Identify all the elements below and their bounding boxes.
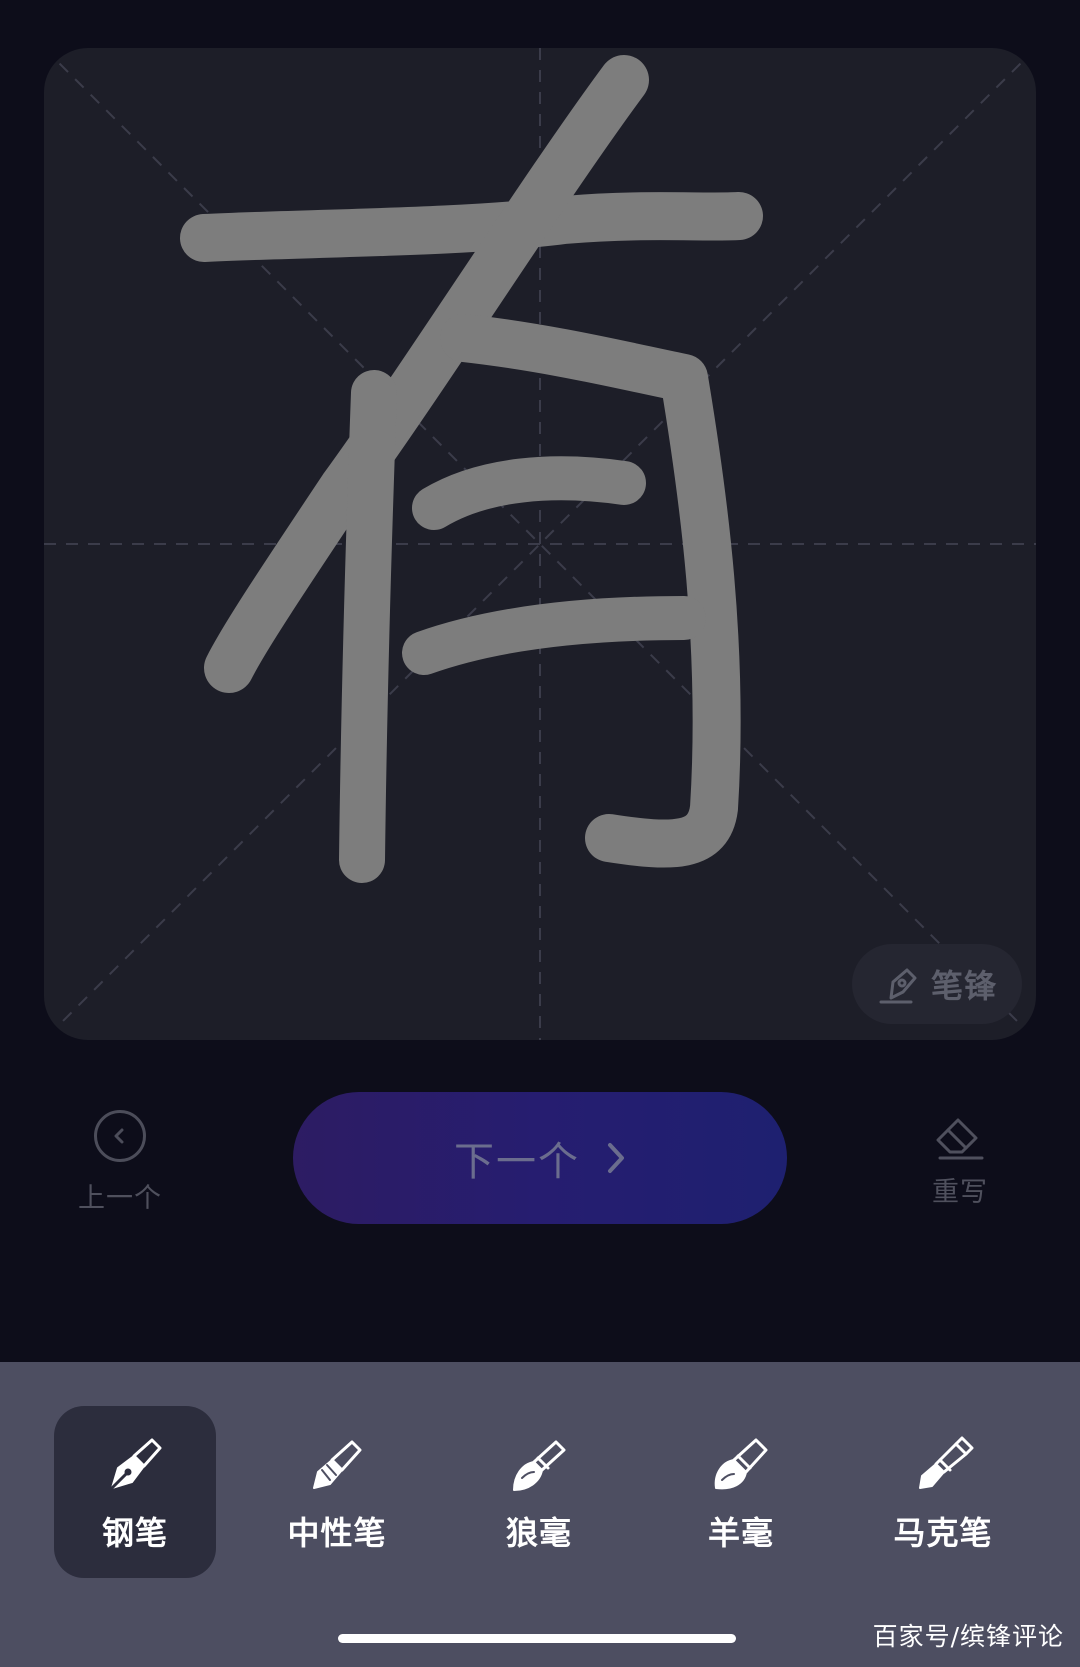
chevron-right-icon: [608, 1143, 624, 1173]
tool-marker-pen[interactable]: 马克笔: [862, 1406, 1024, 1578]
tool-wolf-hair-brush[interactable]: 狼毫: [458, 1406, 620, 1578]
wolf-hair-brush-icon: [513, 1440, 566, 1491]
chevron-left-circle-icon: [94, 1110, 146, 1162]
tool-label: 钢笔: [101, 1514, 168, 1552]
tool-label: 狼毫: [505, 1514, 572, 1552]
handwritten-character-strokes: [180, 55, 763, 883]
next-button[interactable]: 下一个: [293, 1092, 787, 1224]
tool-label: 羊毫: [707, 1514, 774, 1552]
tool-gel-pen[interactable]: 中性笔: [256, 1406, 418, 1578]
eraser-icon: [936, 1118, 984, 1160]
brush-tip-toggle[interactable]: 笔锋: [852, 944, 1022, 1024]
fountain-pen-icon: [110, 1438, 162, 1490]
goat-hair-brush-icon: [714, 1438, 768, 1490]
gel-pen-icon: [313, 1440, 362, 1489]
practice-controls: 上一个 下一个 重写: [0, 1092, 1080, 1232]
brush-tip-label: 笔锋: [930, 967, 997, 1005]
tool-label: 马克笔: [893, 1514, 993, 1552]
rewrite-label: 重写: [932, 1177, 988, 1208]
previous-button[interactable]: 上一个: [70, 1110, 170, 1220]
pen-nib-icon: [879, 968, 917, 1004]
tool-label: 中性笔: [287, 1514, 387, 1552]
tool-goat-hair-brush[interactable]: 羊毫: [660, 1406, 822, 1578]
home-indicator[interactable]: [338, 1634, 736, 1643]
rewrite-button[interactable]: 重写: [910, 1110, 1010, 1220]
next-label: 下一个: [454, 1139, 580, 1185]
watermark-text: 百家号/缤锋评论: [872, 1622, 1064, 1651]
tool-fountain-pen[interactable]: 钢笔: [54, 1406, 216, 1578]
previous-label: 上一个: [78, 1183, 162, 1214]
writing-canvas[interactable]: 笔锋: [44, 48, 1036, 1040]
marker-pen-icon: [919, 1436, 974, 1489]
